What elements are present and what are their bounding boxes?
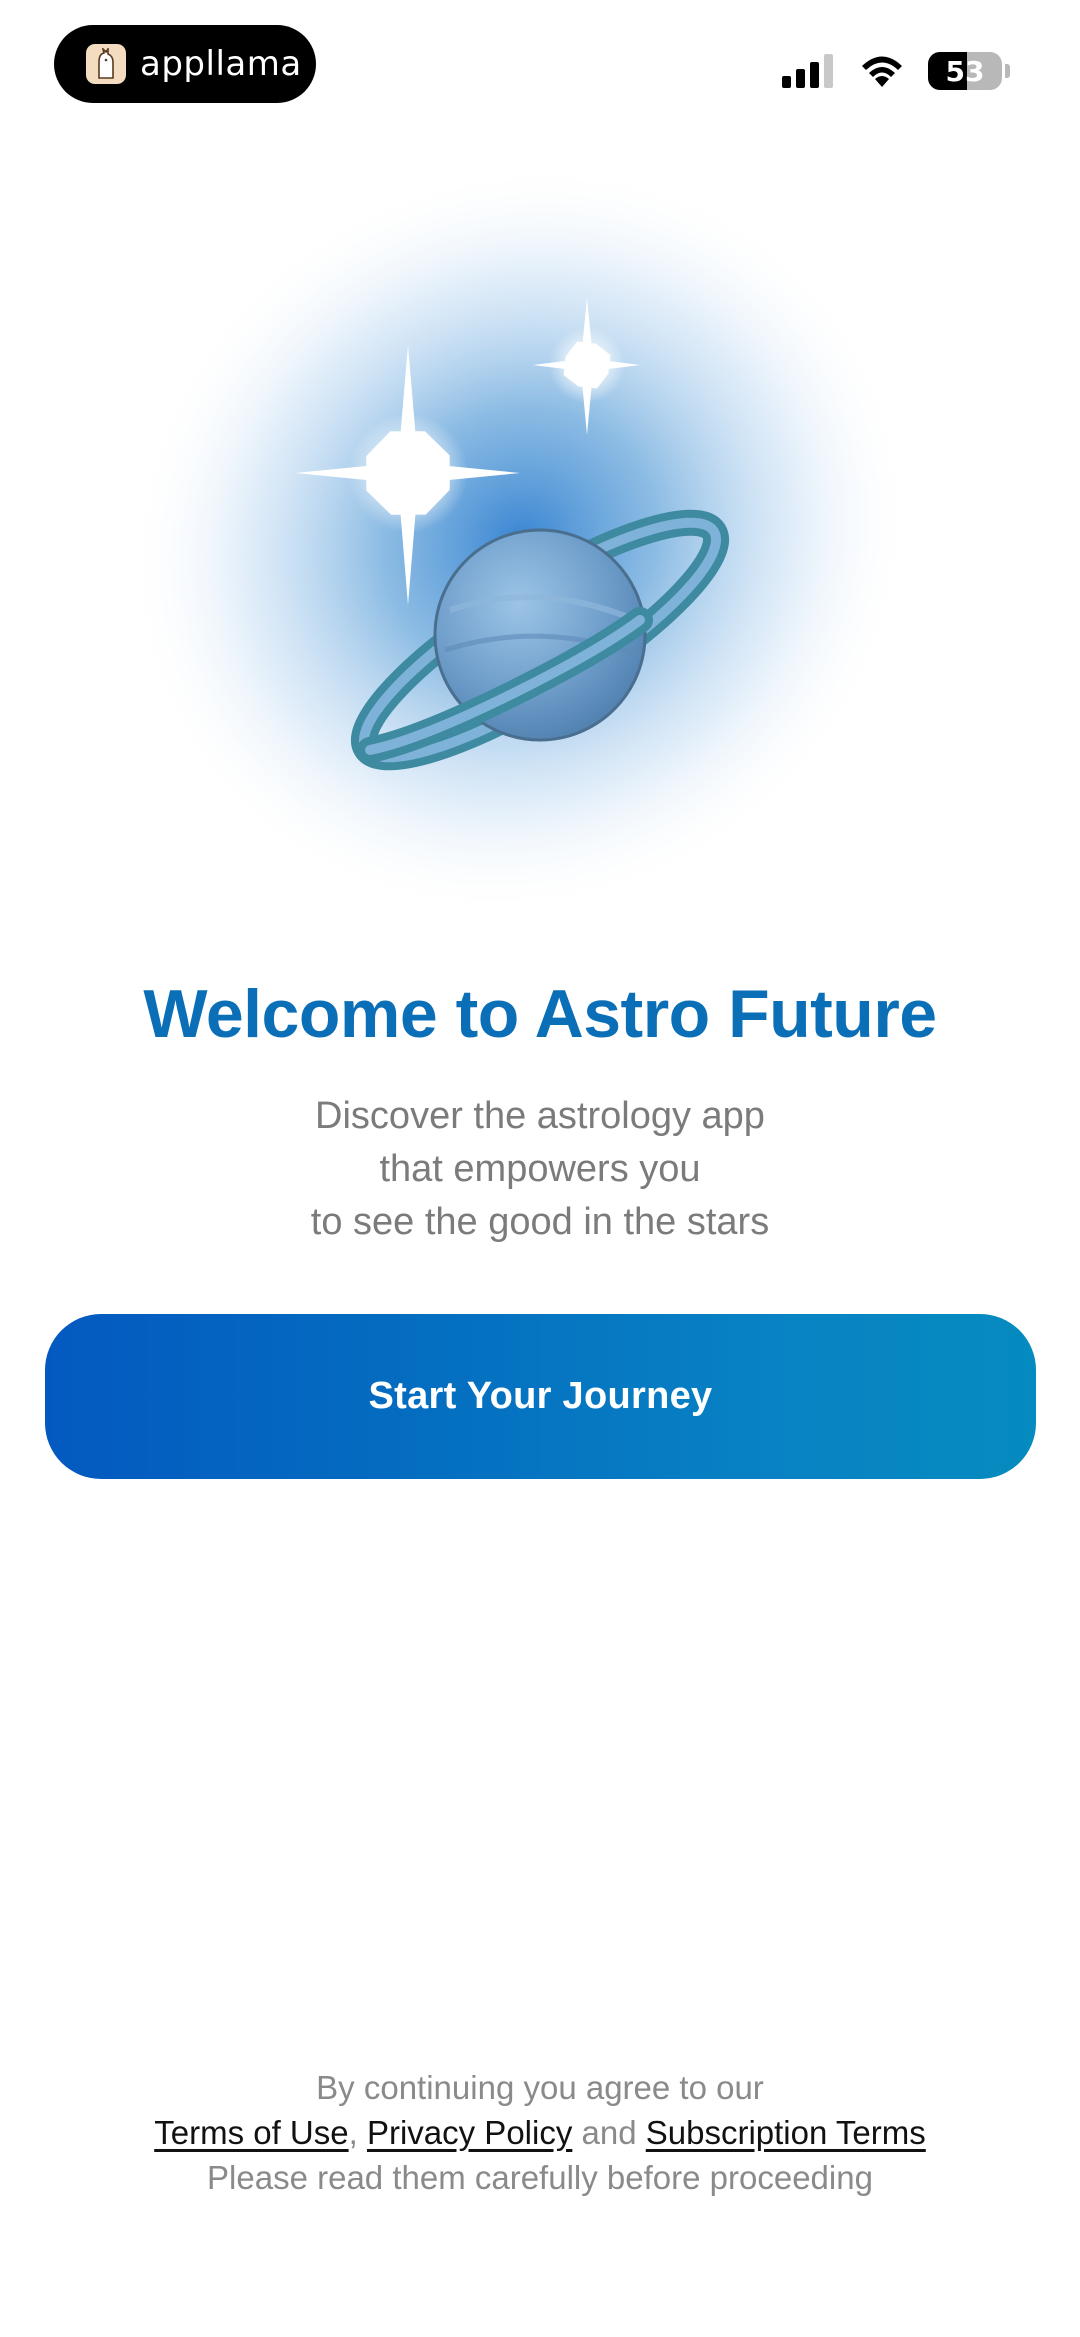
battery-level: 53 <box>945 54 985 88</box>
welcome-title: Welcome to Astro Future <box>143 976 937 1052</box>
subtitle-line: that empowers you <box>379 1148 701 1190</box>
appllama-badge[interactable]: appllama <box>54 25 316 103</box>
status-bar: appllama 53 <box>0 0 1080 130</box>
subscription-terms-link[interactable]: Subscription Terms <box>646 2114 926 2151</box>
terms-of-use-link[interactable]: Terms of Use <box>154 2114 348 2151</box>
battery-cap <box>1005 64 1010 78</box>
subtitle-line: to see the good in the stars <box>310 1201 770 1243</box>
battery-icon: 53 <box>928 52 1002 90</box>
legal-and: and <box>581 2114 637 2151</box>
start-journey-button[interactable]: Start Your Journey <box>45 1314 1036 1479</box>
subtitle-line: Discover the astrology app <box>315 1095 765 1137</box>
legal-links: Terms of Use, Privacy Policy and Subscri… <box>0 2110 1080 2155</box>
welcome-subtitle: Discover the astrology app that empowers… <box>0 1090 1080 1249</box>
privacy-policy-link[interactable]: Privacy Policy <box>367 2114 572 2151</box>
status-icons: 53 <box>782 52 1010 90</box>
wifi-icon <box>862 56 902 87</box>
legal-comma: , <box>348 2114 358 2151</box>
llama-logo-icon <box>86 44 126 84</box>
legal-line-outro: Please read them carefully before procee… <box>207 2159 873 2196</box>
cellular-signal-icon <box>782 54 833 88</box>
legal-notice: By continuing you agree to our Terms of … <box>0 2065 1080 2200</box>
brand-name: appllama <box>140 44 302 84</box>
hero-illustration <box>127 162 913 918</box>
legal-line-intro: By continuing you agree to our <box>316 2069 764 2106</box>
